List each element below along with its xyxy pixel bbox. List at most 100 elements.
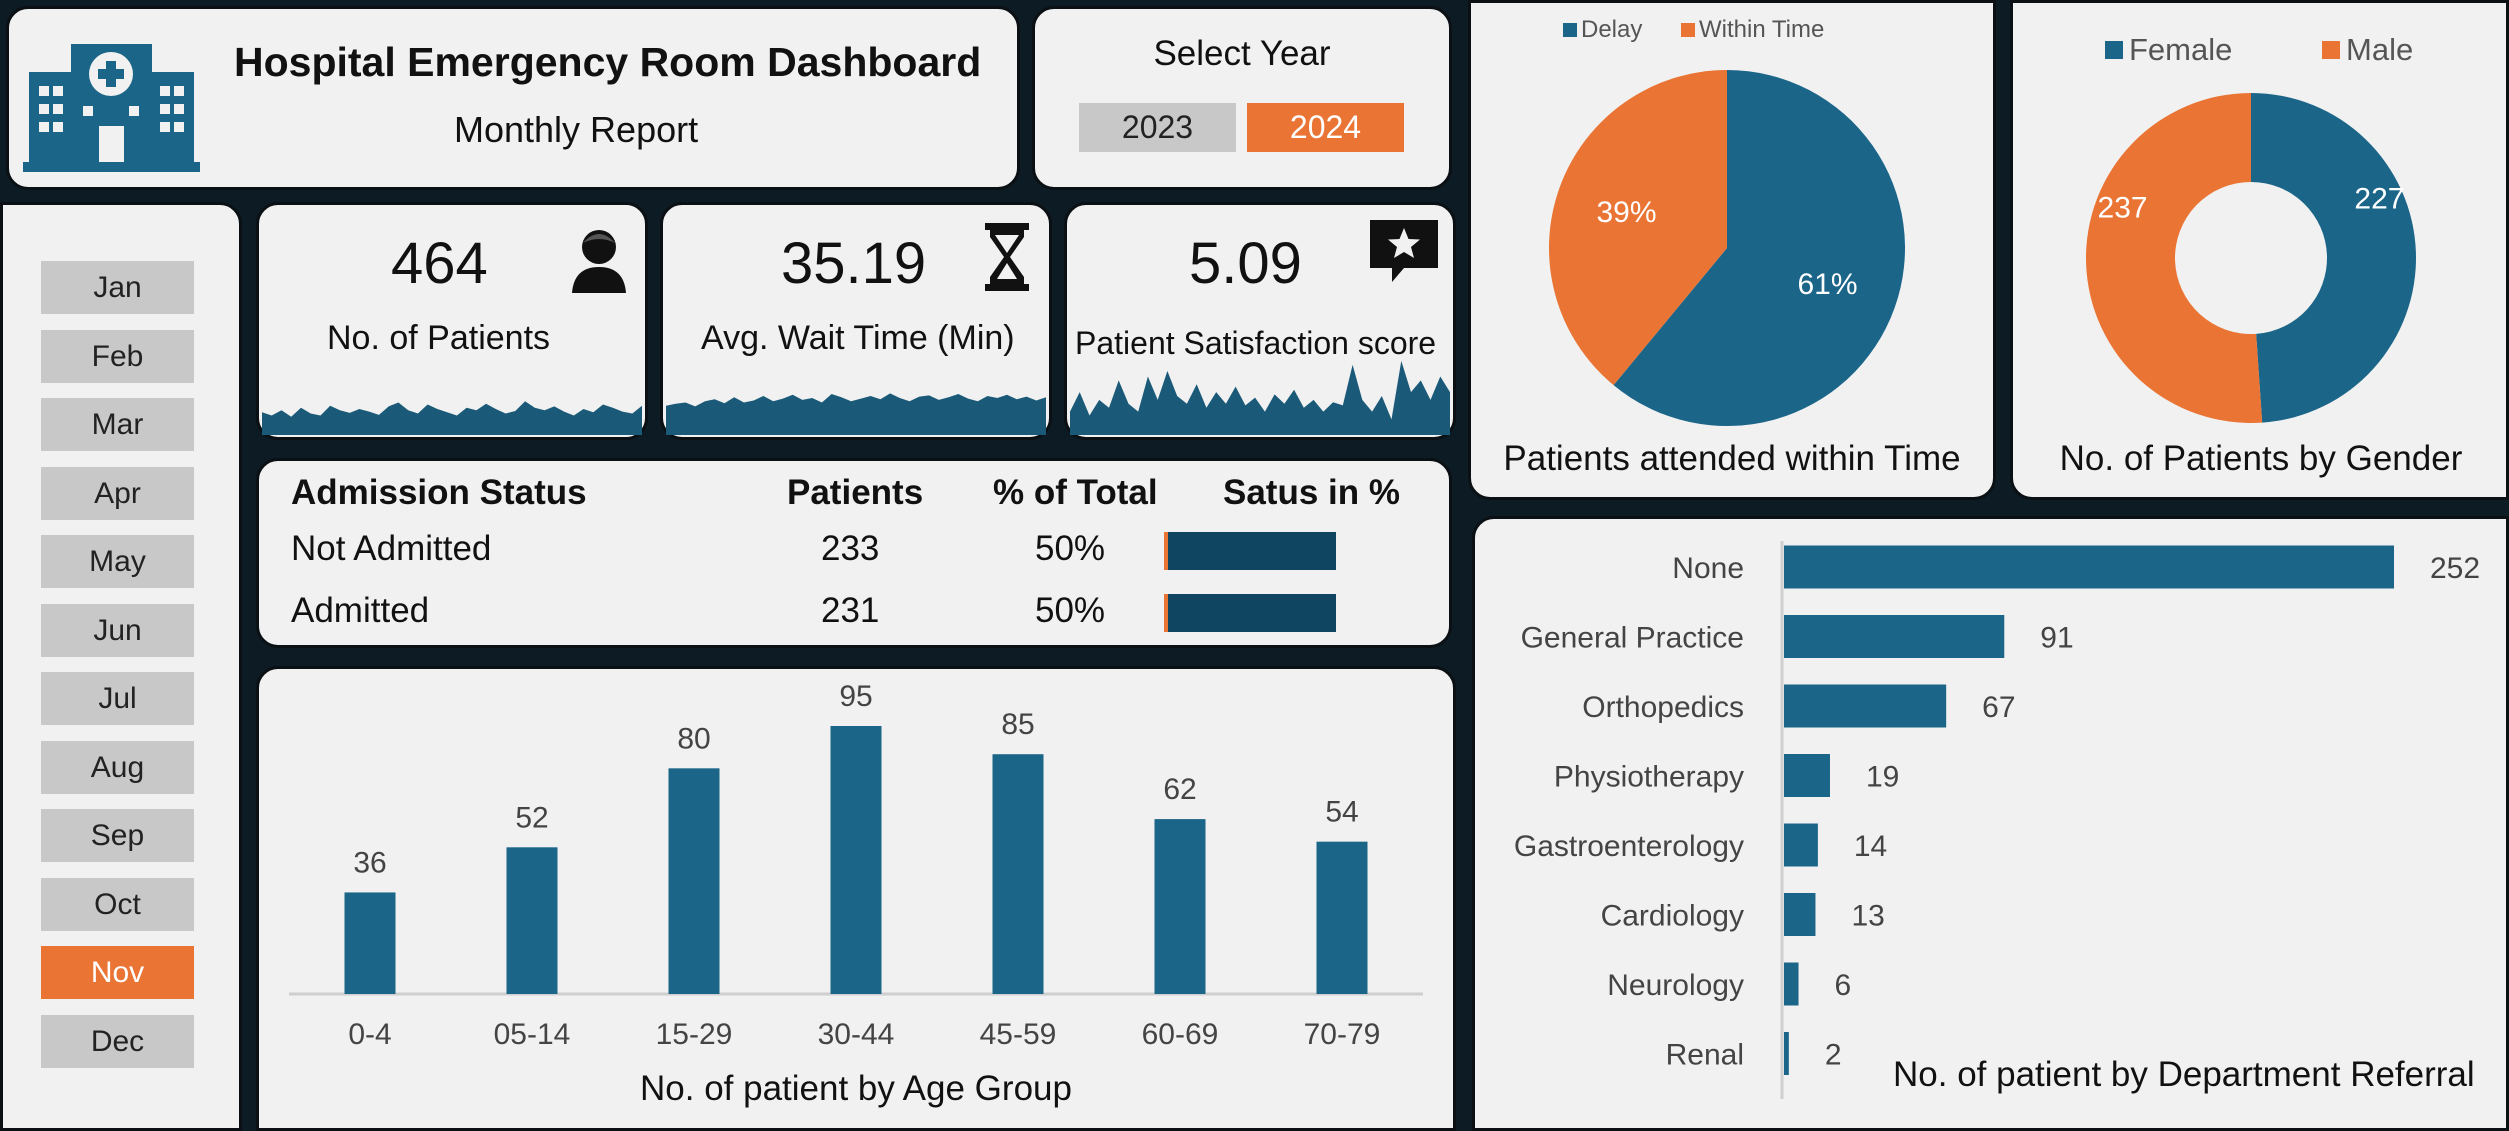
age-bar-0-4 bbox=[344, 892, 396, 994]
table-row-admitted-patients: 231 bbox=[821, 591, 880, 630]
age-bar-label-45-59: 85 bbox=[1001, 708, 1034, 741]
donut-slice-1 bbox=[2086, 93, 2263, 423]
pie-slice-label-1: 39% bbox=[1596, 196, 1656, 229]
age-tick-label-45-59: 45-59 bbox=[980, 1018, 1057, 1051]
dept-value-1: 91 bbox=[2040, 622, 2073, 655]
month-button-dec[interactable]: Dec bbox=[41, 1014, 194, 1068]
month-button-jan[interactable]: Jan bbox=[41, 261, 194, 314]
dept-label-0: None bbox=[1672, 552, 1744, 585]
age-bar-05-14 bbox=[506, 847, 558, 994]
gender-panel: Female Male 227 237 No. of Patients by Gend… bbox=[2010, 0, 2509, 500]
month-button-sep[interactable]: Sep bbox=[41, 809, 194, 862]
donut-slice-label-1: 237 bbox=[2098, 191, 2148, 224]
hourglass-icon bbox=[985, 223, 1029, 291]
dept-bar-6 bbox=[1784, 962, 1799, 1006]
dept-value-4: 14 bbox=[1854, 830, 1887, 863]
dashboard-title: Hospital Emergency Room Dashboard bbox=[234, 39, 982, 85]
donut-slice-label-0: 227 bbox=[2354, 183, 2404, 216]
dept-label-4: Gastroenterology bbox=[1514, 830, 1744, 863]
department-referral-panel: None 252 General Practice 91 Orthopedics 67 Ph… bbox=[1472, 516, 2509, 1131]
pie-chart-title: Patients attended within Time bbox=[1503, 439, 1961, 478]
age-bar-label-70-79: 54 bbox=[1325, 796, 1358, 829]
sparkline-area bbox=[666, 393, 1046, 435]
age-bar-label-0-4: 36 bbox=[353, 846, 386, 879]
dept-label-2: Orthopedics bbox=[1582, 691, 1744, 724]
age-bar-15-29 bbox=[668, 768, 720, 994]
person-icon bbox=[572, 230, 626, 293]
department-referral-chart: None 252 General Practice 91 Orthopedics 67 Ph… bbox=[1514, 541, 2480, 1099]
month-button-jul[interactable]: Jul bbox=[41, 672, 194, 725]
dept-bar-2 bbox=[1784, 684, 1947, 728]
age-tick-label-15-29: 15-29 bbox=[656, 1018, 733, 1051]
dept-label-7: Renal bbox=[1666, 1039, 1744, 1072]
kpi-card-wait-time: 35.19 Avg. Wait Time (Min) bbox=[660, 202, 1052, 440]
age-group-chart-title: No. of patient by Age Group bbox=[640, 1069, 1072, 1108]
pie-legend-swatch-1 bbox=[1681, 23, 1695, 37]
year-selector-label: Select Year bbox=[1153, 34, 1331, 73]
donut-slice-0 bbox=[2251, 93, 2416, 423]
satisfaction-trend-sparkline bbox=[1070, 360, 1450, 435]
year-selector-panel: Select Year 2023 2024 bbox=[1032, 6, 1452, 190]
age-tick-label-30-44: 30-44 bbox=[818, 1018, 895, 1051]
table-row-not-admitted-pct: 50% bbox=[1035, 529, 1106, 568]
dept-label-5: Cardiology bbox=[1601, 900, 1744, 933]
month-button-apr[interactable]: Apr bbox=[41, 466, 194, 520]
age-bar-60-69 bbox=[1154, 819, 1206, 994]
kpi-patients-label: No. of Patients bbox=[327, 319, 551, 357]
month-button-mar[interactable]: Mar bbox=[41, 398, 194, 451]
kpi-satisfaction-value: 5.09 bbox=[1189, 231, 1302, 296]
table-header-status: Admission Status bbox=[291, 473, 587, 512]
month-button-aug[interactable]: Aug bbox=[41, 740, 194, 794]
dept-value-6: 6 bbox=[1835, 969, 1852, 1002]
dept-bar-7 bbox=[1784, 1032, 1789, 1075]
age-bar-45-59 bbox=[992, 754, 1044, 994]
donut-legend-swatch-0 bbox=[2105, 41, 2123, 59]
month-button-may[interactable]: May bbox=[41, 535, 194, 588]
kpi-patients-value: 464 bbox=[391, 231, 488, 296]
age-bar-label-60-69: 62 bbox=[1163, 773, 1196, 806]
pie-legend-0: Delay bbox=[1581, 16, 1642, 43]
month-button-oct[interactable]: Oct bbox=[41, 877, 194, 931]
sparkline-area bbox=[1070, 360, 1450, 435]
dept-value-5: 13 bbox=[1851, 900, 1884, 933]
table-row-not-admitted-status: Not Admitted bbox=[291, 529, 492, 568]
age-bar-label-05-14: 52 bbox=[515, 801, 548, 834]
table-row-admitted-pct: 50% bbox=[1035, 591, 1106, 630]
month-button-nov[interactable]: Nov bbox=[41, 946, 194, 999]
kpi-card-patients: 464 No. of Patients bbox=[256, 202, 648, 440]
age-bar-label-30-44: 95 bbox=[839, 680, 872, 713]
attended-within-time-pie: Delay Within Time 61% 39% bbox=[1549, 16, 1905, 427]
dept-bar-0 bbox=[1784, 545, 2394, 589]
table-row-not-admitted-patients: 233 bbox=[821, 529, 880, 568]
year-button-2023[interactable]: 2023 bbox=[1079, 103, 1236, 152]
pie-slice-label-0: 61% bbox=[1797, 268, 1857, 301]
year-button-2024[interactable]: 2024 bbox=[1247, 103, 1404, 152]
age-tick-label-60-69: 60-69 bbox=[1142, 1018, 1219, 1051]
age-bar-70-79 bbox=[1316, 841, 1368, 994]
table-header-percent: % of Total bbox=[993, 473, 1158, 512]
age-bar-label-15-29: 80 bbox=[677, 722, 710, 755]
dept-bar-5 bbox=[1784, 893, 1816, 936]
dept-label-6: Neurology bbox=[1607, 969, 1744, 1002]
table-header-patients: Patients bbox=[787, 473, 924, 512]
age-group-chart-panel: 36 0-4 52 05-14 80 15-29 95 30-44 85 45-59 62 60-69… bbox=[256, 666, 1456, 1131]
sparkline-area bbox=[262, 401, 642, 435]
donut-legend-swatch-1 bbox=[2322, 41, 2340, 59]
dept-value-0: 252 bbox=[2430, 552, 2480, 585]
month-button-feb[interactable]: Feb bbox=[41, 329, 194, 383]
hospital-icon bbox=[23, 44, 200, 172]
table-row-admitted-status: Admitted bbox=[291, 591, 430, 630]
admission-status-table: Admission Status Patients % of Total Sat… bbox=[256, 458, 1452, 648]
gender-donut: Female Male 227 237 bbox=[2086, 32, 2416, 423]
dept-value-3: 19 bbox=[1866, 761, 1899, 794]
department-chart-title: No. of patient by Department Referral bbox=[1893, 1055, 2475, 1094]
dept-bar-4 bbox=[1784, 823, 1818, 867]
month-button-jun[interactable]: Jun bbox=[41, 603, 194, 657]
month-slicer-panel: Jan Feb Mar Apr May Jun Jul Aug Sep Oct Nov Dec bbox=[0, 202, 242, 1131]
kpi-card-satisfaction: 5.09 Patient Satisfaction score bbox=[1064, 202, 1456, 440]
pie-legend-1: Within Time bbox=[1699, 16, 1824, 43]
star-speech-icon bbox=[1370, 220, 1438, 282]
table-header-status-pct: Satus in % bbox=[1223, 473, 1400, 512]
donut-legend-0: Female bbox=[2129, 32, 2232, 67]
dept-value-7: 2 bbox=[1825, 1039, 1842, 1072]
